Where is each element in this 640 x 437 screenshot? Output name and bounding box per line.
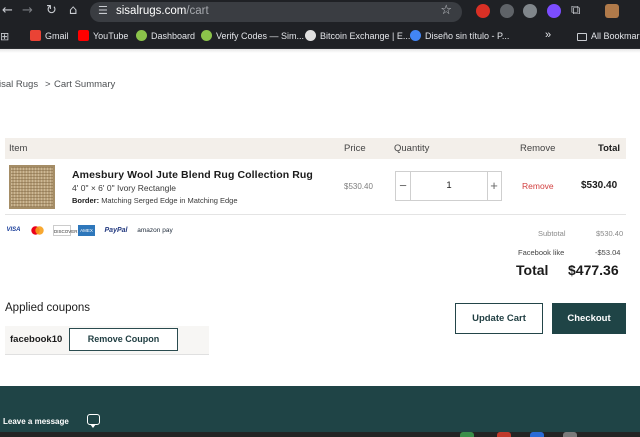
canva-icon [410,30,421,41]
header-total: Total [598,143,620,154]
bookmark-star-icon[interactable]: ☆ [440,3,452,18]
bookmark-gmail[interactable]: Gmail [30,30,69,44]
header-price: Price [344,143,366,154]
row-total: $530.40 [581,180,618,191]
back-arrow-icon[interactable]: ← [2,3,13,19]
product-name[interactable]: Amesbury Wool Jute Blend Rug Collection … [72,169,313,181]
home-icon[interactable]: ⌂ [69,3,77,19]
taskbar-app-icon[interactable] [563,432,577,437]
row-divider [5,214,626,215]
discount-label: Facebook like [518,248,565,257]
quantity-stepper: − 1 + [395,171,502,201]
bookmark-verify-codes[interactable]: Verify Codes — Sim... [201,30,304,44]
bookmark-dashboard[interactable]: Dashboard [136,30,195,44]
discount-value: -$53.04 [595,248,621,257]
border-label: Border: [72,196,100,205]
forward-arrow-icon[interactable]: → [22,3,33,19]
all-bookmarks-button[interactable]: All Bookmarks [577,30,640,44]
bookmark-bitcoin-exchange[interactable]: Bitcoin Exchange | E... [305,30,410,44]
discover-icon: DISCOVER [53,225,78,236]
header-item: Item [9,143,28,154]
product-border: Border: Matching Serged Edge in Matching… [72,196,238,205]
youtube-icon [78,30,89,41]
update-cart-button[interactable]: Update Cart [455,303,543,334]
remove-item-link[interactable]: Remove [522,181,554,191]
increase-quantity-button[interactable]: + [487,172,501,200]
chat-bubble-icon[interactable] [87,414,100,428]
breadcrumb-root-link[interactable]: isal Rugs [0,79,38,90]
bitcoin-exchange-icon [305,30,316,41]
applied-coupons-title: Applied coupons [5,302,91,314]
verify-codes-icon [201,30,212,41]
breadcrumb-separator: > [45,79,51,90]
coupon-code: facebook10 [10,334,63,345]
product-thumbnail[interactable] [9,165,55,209]
apps-grid-icon[interactable]: ⊞ [0,29,9,45]
os-taskbar [0,432,640,437]
url-text: sisalrugs.com/cart [116,5,209,17]
breadcrumb-current: Cart Summary [54,79,116,90]
total-value: $477.36 [568,262,619,278]
address-bar[interactable]: ☰ sisalrugs.com/cart ☆ [90,2,462,22]
bookmarks-bar: ⊞ Gmail YouTube Dashboard Verify Codes —… [0,24,640,49]
profile-avatar[interactable] [605,4,619,18]
header-quantity: Quantity [394,143,430,154]
site-footer [0,386,640,437]
page-top-shadow [0,49,640,53]
paypal-icon: PayPal [104,227,128,234]
folder-icon [577,33,587,41]
extension-icon[interactable] [476,4,490,18]
bookmarks-overflow-button[interactable]: » [545,29,551,43]
taskbar-app-icon[interactable] [460,432,474,437]
gmail-icon [30,30,41,41]
site-info-icon[interactable]: ☰ [98,4,108,17]
dashboard-icon [136,30,147,41]
taskbar-app-icon[interactable] [530,432,544,437]
coupon-row: facebook10 Remove Coupon [5,326,209,355]
total-label: Total [516,262,549,278]
subtotal-value: $530.40 [596,229,624,238]
bookmark-youtube[interactable]: YouTube [78,30,128,44]
quantity-input[interactable]: 1 [410,172,488,200]
product-size: 4' 0" × 6' 0" Ivory Rectangle [72,183,177,193]
header-remove: Remove [520,143,556,154]
cart-table-header: Item Price Quantity Remove Total [5,138,626,159]
puzzle-extensions-icon[interactable]: ⧉ [571,3,580,19]
taskbar-app-icon[interactable] [497,432,511,437]
amazon-pay-icon: amazon pay [137,227,173,234]
bookmark-diseno[interactable]: Diseño sin título - P... [410,30,509,44]
browser-toolbar: ← → ↻ ⌂ ☰ sisalrugs.com/cart ☆ ⧉ [0,0,640,24]
extension-icon[interactable] [500,4,514,18]
leave-message-link[interactable]: Leave a message [3,417,69,426]
subtotal-label: Subtotal [538,229,566,238]
checkout-button[interactable]: Checkout [552,303,626,334]
visa-icon: VISA [6,227,21,233]
remove-coupon-button[interactable]: Remove Coupon [69,328,178,351]
extension-icon[interactable] [523,4,537,18]
border-value: Matching Serged Edge in Matching Edge [101,196,238,205]
unit-price: $530.40 [344,182,373,191]
reload-icon[interactable]: ↻ [46,3,57,19]
extension-icon[interactable] [547,4,561,18]
mastercard-icon [30,225,45,236]
decrease-quantity-button[interactable]: − [396,172,410,200]
amex-icon: AMEX [78,225,95,236]
